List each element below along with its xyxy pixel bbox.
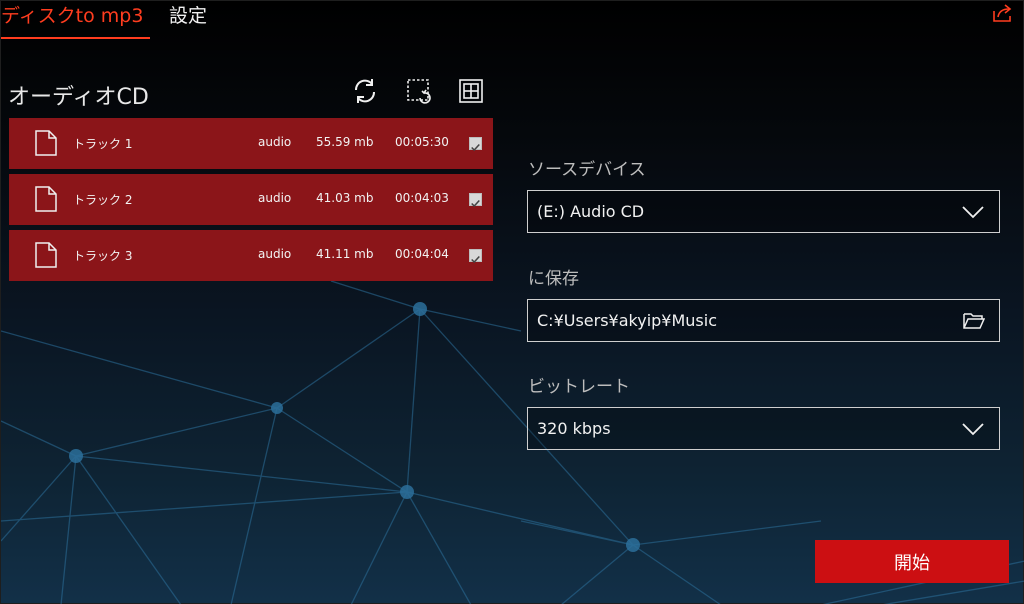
track-row-1[interactable]: トラック 1 audio 55.59 mb 00:05:30 [9, 118, 493, 169]
source-device-value: (E:) Audio CD [537, 202, 645, 221]
share-icon[interactable] [992, 3, 1014, 23]
track-checkbox[interactable] [469, 193, 482, 208]
file-icon [35, 186, 57, 212]
save-to-path: C:¥Users¥akyip¥Music [537, 311, 717, 330]
select-region-icon [407, 79, 431, 104]
track-size: 41.11 mb [316, 247, 374, 261]
chevron-down-icon [962, 206, 984, 219]
bitrate-label: ビットレート [528, 377, 630, 397]
track-checkbox[interactable] [469, 137, 482, 152]
track-type: audio [258, 191, 292, 205]
refresh-button[interactable] [351, 77, 379, 105]
refresh-icon [354, 79, 376, 103]
track-name: トラック 2 [73, 193, 133, 207]
track-checkbox[interactable] [469, 249, 482, 264]
folder-open-icon[interactable] [963, 312, 985, 330]
panel-title: オーディオCD [8, 85, 149, 110]
save-to-field[interactable]: C:¥Users¥akyip¥Music [527, 299, 1000, 342]
tab-disc-to-mp3[interactable]: ディスクto mp3 [1, 3, 150, 39]
track-duration: 00:04:04 [395, 247, 449, 261]
select-region-button[interactable] [405, 77, 433, 105]
track-duration: 00:05:30 [395, 135, 449, 149]
track-list: トラック 1 audio 55.59 mb 00:05:30 トラック 2 au… [9, 118, 493, 286]
source-device-label: ソースデバイス [528, 160, 646, 180]
bitrate-select[interactable]: 320 kbps [527, 407, 1000, 450]
grid-button[interactable] [457, 77, 485, 105]
track-size: 55.59 mb [316, 135, 374, 149]
start-button[interactable]: 開始 [815, 540, 1009, 583]
track-row-3[interactable]: トラック 3 audio 41.11 mb 00:04:04 [9, 230, 493, 281]
track-type: audio [258, 247, 292, 261]
track-duration: 00:04:03 [395, 191, 449, 205]
source-device-select[interactable]: (E:) Audio CD [527, 190, 1000, 233]
track-size: 41.03 mb [316, 191, 374, 205]
bitrate-value: 320 kbps [537, 419, 611, 438]
track-row-2[interactable]: トラック 2 audio 41.03 mb 00:04:03 [9, 174, 493, 225]
file-icon [35, 130, 57, 156]
save-to-label: に保存 [528, 269, 579, 289]
chevron-down-icon [962, 423, 984, 436]
tab-settings[interactable]: 設定 [169, 3, 207, 39]
track-name: トラック 1 [73, 137, 133, 151]
grid-icon [459, 79, 483, 103]
track-name: トラック 3 [73, 249, 133, 263]
track-type: audio [258, 135, 292, 149]
file-icon [35, 242, 57, 268]
